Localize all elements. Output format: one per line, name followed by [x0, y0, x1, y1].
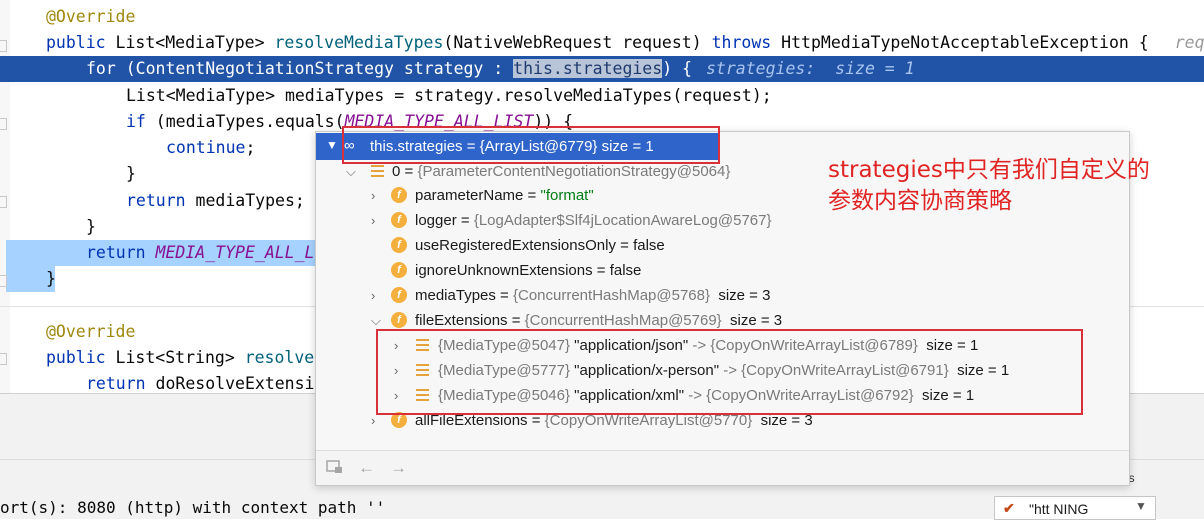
- gutter-fold-marker[interactable]: [0, 118, 7, 130]
- annotation-note-line-1: strategies中只有我们自定义的: [828, 157, 1150, 183]
- annotation-note: strategies中只有我们自定义的 参数内容协商策略: [828, 155, 1150, 217]
- field-icon: f: [391, 237, 407, 253]
- keyword: return: [126, 191, 186, 210]
- field-size: size = 3: [730, 312, 783, 329]
- constant: MEDIA_TYPE_ALL_L: [155, 243, 315, 262]
- current-execution-line: for (ContentNegotiationStrategy strategy…: [0, 56, 1204, 82]
- field-eq: =: [495, 287, 513, 304]
- code-text: doResolveExtensi: [145, 374, 315, 393]
- code-text: HttpMediaTypeNotAcceptableException {: [771, 33, 1149, 52]
- code-text: }: [126, 164, 136, 183]
- popup-toolbar: ← →: [316, 450, 1129, 485]
- chevron-down-icon: ▼: [1135, 499, 1147, 513]
- field-name: fileExtensions: [415, 312, 508, 329]
- field-icon: f: [391, 287, 407, 303]
- back-arrow-icon[interactable]: ←: [358, 458, 375, 478]
- gutter-fold-marker[interactable]: [0, 40, 7, 52]
- field-eq: =: [507, 312, 525, 329]
- inspect-icon[interactable]: [326, 459, 344, 480]
- code-text: (ContentNegotiationStrategy strategy :: [115, 59, 514, 78]
- code-text: mediaTypes;: [185, 191, 305, 210]
- chevron-right-icon[interactable]: ›: [371, 283, 383, 308]
- field-value: false: [609, 262, 642, 279]
- code-line-2: public List<MediaType> resolveMediaTypes…: [0, 30, 1204, 56]
- check-icon: ✔: [1003, 500, 1015, 516]
- param-hint: req: [1174, 33, 1204, 52]
- code-text: (mediaTypes.equals(: [145, 112, 345, 131]
- field-value: false: [633, 237, 665, 254]
- code-text: List<MediaType>: [105, 33, 275, 52]
- field-eq: =: [523, 187, 541, 204]
- log-level-dropdown[interactable]: ✔ "htt NING ▼: [994, 496, 1156, 520]
- field-icon: f: [391, 262, 407, 278]
- annotation-box-root: [342, 126, 720, 164]
- keyword: public: [46, 33, 106, 52]
- forward-arrow-icon[interactable]: →: [390, 458, 407, 478]
- node-value: {ParameterContentNegotiationStrategy@506…: [417, 163, 731, 180]
- chevron-down-icon[interactable]: ▼: [326, 138, 338, 152]
- annotation-box-entries: [376, 329, 1083, 415]
- code-text: ;: [245, 138, 256, 157]
- code-text: }: [46, 269, 56, 288]
- keyword: for: [86, 59, 116, 78]
- field-icon: f: [391, 212, 407, 228]
- code-line-4: List<MediaType> mediaTypes = strategy.re…: [0, 83, 1204, 109]
- node-eq: =: [400, 163, 418, 180]
- field-eq: =: [615, 237, 634, 254]
- console-output-line: ort(s): 8080 (http) with context path '': [0, 498, 386, 517]
- chevron-right-icon[interactable]: ›: [371, 208, 383, 233]
- code-text: List<String>: [105, 348, 245, 367]
- code-text: (NativeWebRequest request): [443, 33, 712, 52]
- code-line-1: @Override: [0, 4, 1204, 30]
- selected-expression[interactable]: this.strategies: [513, 59, 663, 78]
- field-size: size = 3: [718, 287, 771, 304]
- keyword: return: [86, 243, 146, 262]
- field-name: parameterName: [415, 187, 524, 204]
- field-eq: =: [456, 212, 474, 229]
- list-item-icon: [371, 165, 384, 177]
- keyword: continue: [166, 138, 246, 157]
- field-name: logger: [415, 212, 457, 229]
- code-text: List<MediaType> mediaTypes = strategy.re…: [126, 86, 772, 105]
- field-icon: f: [391, 187, 407, 203]
- tree-node-field[interactable]: › f mediaTypes = {ConcurrentHashMap@5768…: [316, 283, 1129, 308]
- keyword: return: [86, 374, 146, 393]
- gutter-fold-marker[interactable]: [0, 196, 7, 208]
- inline-debug-value: strategies: size = 1: [706, 59, 915, 78]
- field-icon: f: [391, 312, 407, 328]
- field-name: ignoreUnknownExtensions: [415, 262, 593, 279]
- code-text: ) {: [662, 59, 692, 78]
- keyword: public: [46, 348, 106, 367]
- field-name: mediaTypes: [415, 287, 496, 304]
- field-eq: =: [592, 262, 610, 279]
- chevron-right-icon[interactable]: ›: [371, 183, 383, 208]
- tree-node-field[interactable]: f ignoreUnknownExtensions = false: [316, 258, 1129, 283]
- gutter-fold-marker[interactable]: [0, 353, 7, 365]
- method-name: resolve: [244, 348, 315, 367]
- tree-node-field[interactable]: f useRegisteredExtensionsOnly = false: [316, 233, 1129, 258]
- gutter-fold-marker[interactable]: [0, 275, 7, 287]
- keyword: if: [126, 112, 146, 131]
- override-annotation: @Override: [46, 322, 136, 341]
- dropdown-value: "htt NING: [1029, 501, 1089, 517]
- override-annotation: @Override: [46, 7, 136, 26]
- field-value: {ConcurrentHashMap@5768}: [512, 287, 710, 304]
- method-name: resolveMediaTypes: [274, 33, 444, 52]
- field-name: useRegisteredExtensionsOnly: [415, 237, 616, 254]
- annotation-note-line-2: 参数内容协商策略: [828, 188, 1012, 214]
- field-value: {ConcurrentHashMap@5769}: [524, 312, 722, 329]
- code-text: }: [86, 217, 96, 236]
- field-value: {LogAdapter$Slf4jLocationAwareLog@5767}: [473, 212, 772, 229]
- keyword: throws: [711, 33, 772, 52]
- field-value: "format": [540, 187, 594, 204]
